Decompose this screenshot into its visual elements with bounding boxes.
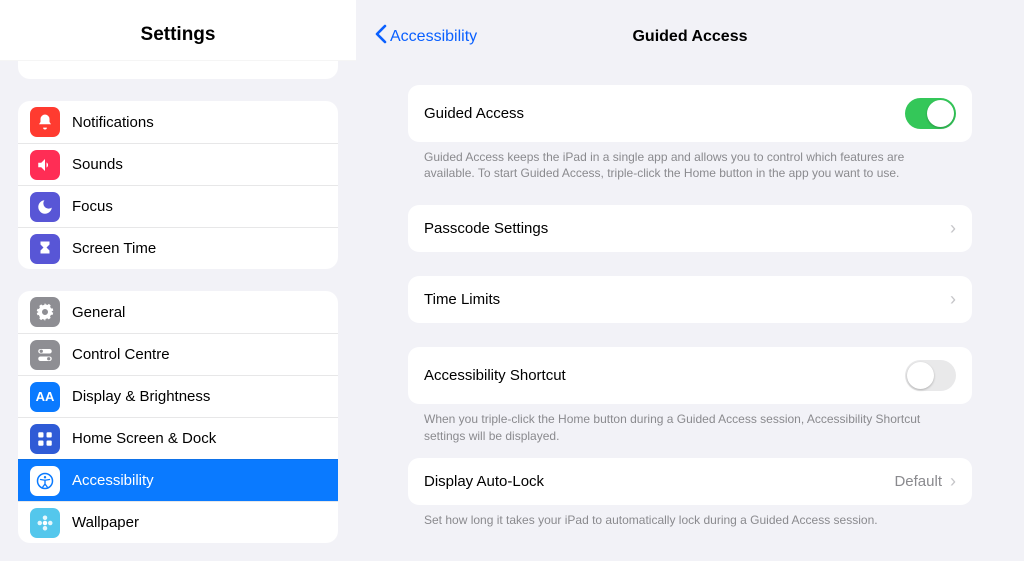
guided-access-footer: Guided Access keeps the iPad in a single… xyxy=(408,142,972,181)
grid-icon xyxy=(30,424,60,454)
sidebar-item-label: Accessibility xyxy=(72,472,154,489)
sidebar-item-control-centre[interactable]: Control Centre xyxy=(18,333,338,375)
sidebar-item-accessibility[interactable]: Accessibility xyxy=(18,459,338,501)
time-limits-label: Time Limits xyxy=(424,291,500,308)
chevron-right-icon: › xyxy=(950,218,956,239)
guided-access-toggle[interactable] xyxy=(905,98,956,129)
sidebar-item-screen-time[interactable]: Screen Time xyxy=(18,227,338,269)
accessibility-icon xyxy=(30,466,60,496)
guided-access-card: Guided Access xyxy=(408,85,972,142)
shortcut-card: Accessibility Shortcut xyxy=(408,347,972,404)
sidebar-item-focus[interactable]: Focus xyxy=(18,185,338,227)
passcode-row[interactable]: Passcode Settings › xyxy=(408,205,972,252)
autolock-value: Default xyxy=(894,473,942,490)
sidebar-group-partial xyxy=(18,61,338,79)
guided-access-label: Guided Access xyxy=(424,105,524,122)
sidebar-title: Settings xyxy=(0,24,356,46)
sidebar-item-general[interactable]: General xyxy=(18,291,338,333)
back-button[interactable]: Accessibility xyxy=(374,24,477,49)
chevron-right-icon: › xyxy=(950,289,956,310)
shortcut-row: Accessibility Shortcut xyxy=(408,347,972,404)
autolock-row[interactable]: Display Auto-Lock Default › xyxy=(408,458,972,505)
chevron-left-icon xyxy=(374,24,387,49)
passcode-card: Passcode Settings › xyxy=(408,205,972,252)
sidebar-group-notifications: Notifications Sounds Focus Screen Time xyxy=(18,101,338,269)
autolock-card: Display Auto-Lock Default › xyxy=(408,458,972,505)
sidebar-header: Settings xyxy=(0,0,356,61)
settings-sidebar: Settings Notifications Sounds Focus Screen … xyxy=(0,0,356,561)
detail-pane: Accessibility Guided Access Guided Acces… xyxy=(356,0,1024,561)
flower-icon xyxy=(30,508,60,538)
sidebar-group-general: General Control Centre AA Display & Brightn… xyxy=(18,291,338,543)
sidebar-item-label: Display & Brightness xyxy=(72,388,210,405)
shortcut-label: Accessibility Shortcut xyxy=(424,367,566,384)
guided-access-row: Guided Access xyxy=(408,85,972,142)
moon-icon xyxy=(30,192,60,222)
time-limits-card: Time Limits › xyxy=(408,276,972,323)
sidebar-item-label: Focus xyxy=(72,198,113,215)
sidebar-item-home-screen-dock[interactable]: Home Screen & Dock xyxy=(18,417,338,459)
aa-icon: AA xyxy=(30,382,60,412)
sidebar-item-label: Screen Time xyxy=(72,240,156,257)
autolock-label: Display Auto-Lock xyxy=(424,473,544,490)
speaker-icon xyxy=(30,150,60,180)
autolock-footer: Set how long it takes your iPad to autom… xyxy=(408,505,972,528)
sidebar-item-label: Wallpaper xyxy=(72,514,139,531)
sidebar-item-label: Notifications xyxy=(72,114,154,131)
passcode-label: Passcode Settings xyxy=(424,220,548,237)
sidebar-item-sounds[interactable]: Sounds xyxy=(18,143,338,185)
bell-icon xyxy=(30,107,60,137)
sidebar-item-label: Sounds xyxy=(72,156,123,173)
shortcut-footer: When you triple-click the Home button du… xyxy=(408,404,972,443)
chevron-right-icon: › xyxy=(950,471,956,492)
sidebar-item-label: Home Screen & Dock xyxy=(72,430,216,447)
hourglass-icon xyxy=(30,234,60,264)
sidebar-item-notifications[interactable]: Notifications xyxy=(18,101,338,143)
sidebar-item-label: General xyxy=(72,304,125,321)
switches-icon xyxy=(30,340,60,370)
time-limits-row[interactable]: Time Limits › xyxy=(408,276,972,323)
gear-icon xyxy=(30,297,60,327)
detail-header: Accessibility Guided Access xyxy=(356,0,1024,55)
sidebar-item-wallpaper[interactable]: Wallpaper xyxy=(18,501,338,543)
sidebar-item-label: Control Centre xyxy=(72,346,170,363)
sidebar-item-display-brightness[interactable]: AA Display & Brightness xyxy=(18,375,338,417)
back-label: Accessibility xyxy=(390,28,477,46)
shortcut-toggle[interactable] xyxy=(905,360,956,391)
